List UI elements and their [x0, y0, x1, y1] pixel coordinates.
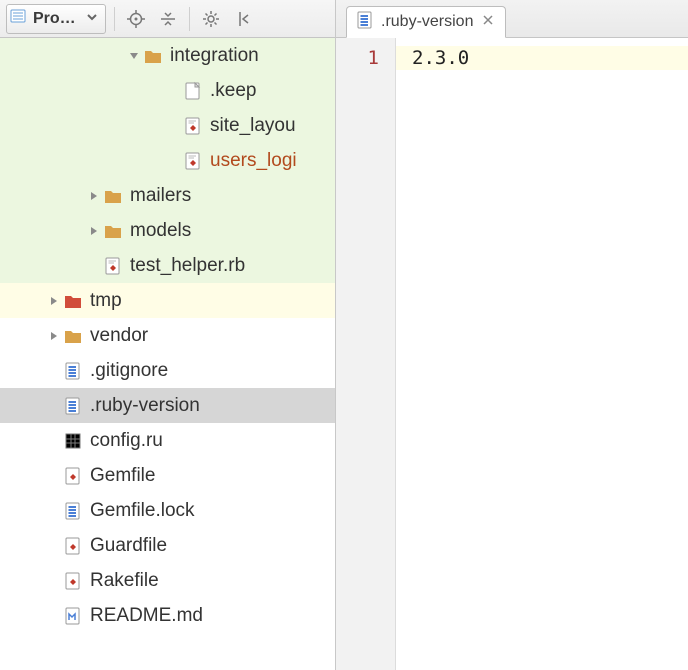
editor-tab[interactable]: .ruby-version: [346, 6, 506, 38]
project-panel-label: Project: [33, 10, 79, 28]
tree-item-label: README.md: [90, 605, 203, 627]
expand-arrow-icon[interactable]: [46, 330, 62, 342]
editor-tab-bar: .ruby-version: [336, 0, 688, 38]
tree-item[interactable]: users_logi: [0, 143, 335, 178]
tree-item[interactable]: Rakefile: [0, 563, 335, 598]
collapse-all-button[interactable]: [155, 6, 181, 32]
tree-item[interactable]: mailers: [0, 178, 335, 213]
tree-item-label: .keep: [210, 80, 256, 102]
tree-item-label: .ruby-version: [90, 395, 200, 417]
project-panel-icon: [9, 7, 27, 30]
tree-item-label: Gemfile: [90, 465, 155, 487]
tree-item[interactable]: vendor: [0, 318, 335, 353]
hide-panel-button[interactable]: [230, 6, 256, 32]
tree-item[interactable]: site_layou: [0, 108, 335, 143]
tree-item-label: Gemfile.lock: [90, 500, 195, 522]
project-panel-tab[interactable]: Project: [6, 4, 106, 34]
tree-item-label: .gitignore: [90, 360, 168, 382]
folder-icon: [142, 46, 164, 66]
tree-item-label: integration: [170, 45, 259, 67]
blank-file-icon: [182, 81, 204, 101]
tree-item[interactable]: .ruby-version: [0, 388, 335, 423]
settings-gear-button[interactable]: [198, 6, 224, 32]
toolbar-separator: [114, 7, 115, 31]
tree-item[interactable]: integration: [0, 38, 335, 73]
ruby-file-icon: [182, 116, 204, 136]
expand-arrow-icon[interactable]: [126, 50, 142, 62]
expand-arrow-icon[interactable]: [46, 295, 62, 307]
tree-item[interactable]: test_helper.rb: [0, 248, 335, 283]
folder-icon: [102, 186, 124, 206]
toolbar-separator: [189, 7, 190, 31]
tree-item[interactable]: Gemfile.lock: [0, 493, 335, 528]
folder-icon: [102, 221, 124, 241]
locate-target-button[interactable]: [123, 6, 149, 32]
ruby-file-icon: [102, 256, 124, 276]
text-file-icon: [62, 501, 84, 521]
editor-tab-label: .ruby-version: [381, 13, 473, 31]
editor-panel: .ruby-version 1 2.3.0: [336, 0, 688, 670]
tree-item-label: config.ru: [90, 430, 163, 452]
tree-item[interactable]: Gemfile: [0, 458, 335, 493]
md-file-icon: [62, 606, 84, 626]
tree-item-label: Guardfile: [90, 535, 167, 557]
tree-item[interactable]: config.ru: [0, 423, 335, 458]
ruby-plain-icon: [62, 571, 84, 591]
tree-item-label: vendor: [90, 325, 148, 347]
tree-item[interactable]: Guardfile: [0, 528, 335, 563]
grid-file-icon: [62, 431, 84, 451]
file-icon: [357, 11, 373, 34]
tree-item[interactable]: .gitignore: [0, 353, 335, 388]
tree-item[interactable]: tmp: [0, 283, 335, 318]
text-file-icon: [62, 361, 84, 381]
folder-red-icon: [62, 291, 84, 311]
app-root: Project integration .keep site_layou users_…: [0, 0, 688, 670]
close-tab-button[interactable]: [481, 12, 495, 32]
tree-item-label: tmp: [90, 290, 122, 312]
chevron-down-icon: [85, 9, 99, 29]
ruby-plain-icon: [62, 466, 84, 486]
file-tree[interactable]: integration .keep site_layou users_logimail…: [0, 38, 335, 670]
tree-item-label: test_helper.rb: [130, 255, 245, 277]
line-number: 1: [336, 46, 379, 70]
tree-item[interactable]: README.md: [0, 598, 335, 633]
code-area: 1 2.3.0: [336, 38, 688, 670]
tree-item-label: mailers: [130, 185, 191, 207]
expand-arrow-icon[interactable]: [86, 190, 102, 202]
code-body[interactable]: 2.3.0: [396, 38, 688, 670]
tree-item-label: models: [130, 220, 191, 242]
sidebar-toolbar: Project: [0, 0, 335, 38]
tree-item-label: Rakefile: [90, 570, 159, 592]
ruby-file-icon: [182, 151, 204, 171]
ruby-plain-icon: [62, 536, 84, 556]
tree-item-label: site_layou: [210, 115, 296, 137]
project-sidebar: Project integration .keep site_layou users_…: [0, 0, 336, 670]
tree-item[interactable]: .keep: [0, 73, 335, 108]
tree-item[interactable]: models: [0, 213, 335, 248]
gutter: 1: [336, 38, 396, 670]
text-file-icon: [62, 396, 84, 416]
tree-item-label: users_logi: [210, 150, 297, 172]
folder-icon: [62, 326, 84, 346]
expand-arrow-icon[interactable]: [86, 225, 102, 237]
code-line: 2.3.0: [396, 46, 688, 70]
